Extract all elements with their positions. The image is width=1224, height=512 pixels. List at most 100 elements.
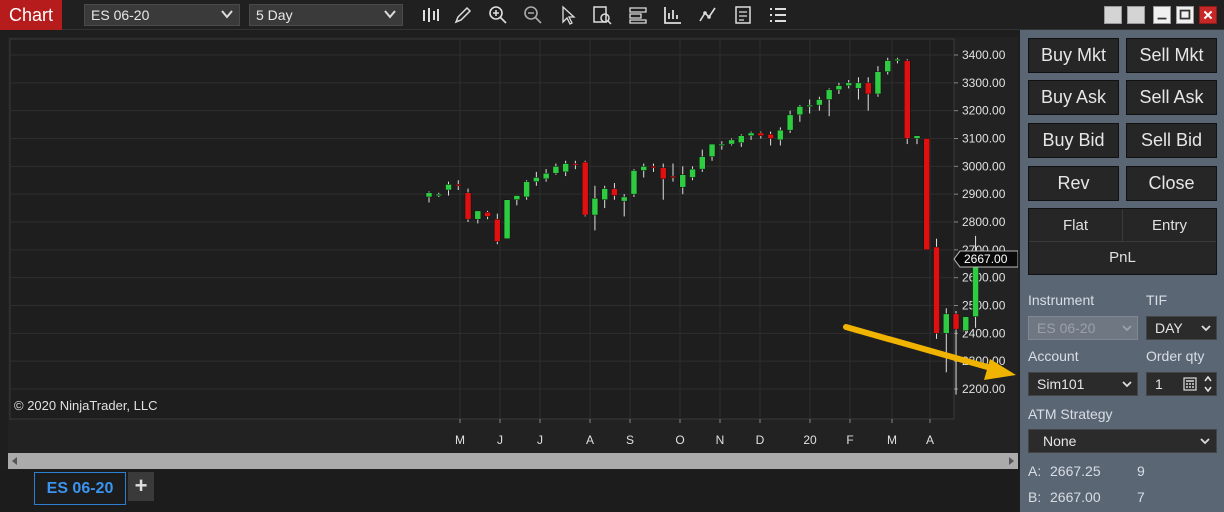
last-price-label: 2667.00 [964, 252, 1008, 266]
restore-icon[interactable] [1127, 6, 1145, 24]
sell-ask-button[interactable]: Sell Ask [1126, 80, 1217, 115]
candle-body [777, 129, 784, 141]
ask-price: 2667.25 [1050, 463, 1101, 479]
window-title: Chart [0, 0, 62, 30]
reverse-button[interactable]: Rev [1028, 166, 1119, 201]
price-label: 3200.00 [962, 104, 1006, 118]
chevron-down-icon [1122, 381, 1132, 388]
candle-body [659, 167, 667, 180]
chart-trader-panel: Buy Mkt Sell Mkt Buy Ask Sell Ask Buy Bi… [1020, 30, 1224, 512]
candle-body [611, 188, 618, 196]
entry-label: Entry [1123, 209, 1216, 242]
candle-body [718, 143, 726, 146]
candlestick-chart[interactable]: 3400.00 3300.00 3200.00 3100.00 3000.00 2900.… [8, 37, 1018, 469]
plot-area[interactable] [9, 38, 955, 420]
candle-body [591, 198, 599, 216]
time-label: M [887, 433, 897, 447]
order-qty-input[interactable]: 1 [1146, 372, 1217, 396]
indicators-icon[interactable] [698, 5, 718, 25]
candle-body [523, 181, 530, 198]
instrument-field-value: ES 06-20 [1037, 320, 1096, 336]
time-label: J [497, 433, 503, 447]
candle-body [747, 132, 755, 136]
order-qty-value: 1 [1155, 376, 1163, 392]
instrument-selector[interactable]: ES 06-20 [84, 4, 240, 26]
candle-body [425, 192, 433, 198]
add-tab-button[interactable]: + [128, 472, 154, 501]
candle-body [464, 192, 472, 220]
time-label: N [716, 433, 725, 447]
candle-body [562, 163, 569, 173]
candle-body [581, 161, 589, 216]
candle-body [952, 313, 960, 330]
chart-scrollbar[interactable] [8, 453, 1018, 469]
price-chart[interactable]: 3400.00 3300.00 3200.00 3100.00 3000.00 2900.… [8, 37, 1018, 469]
candle-body [699, 156, 706, 170]
order-qty-label: Order qty [1146, 348, 1205, 364]
price-label: 2500.00 [962, 299, 1006, 313]
candle-body [630, 170, 638, 195]
maximize-icon[interactable] [1176, 6, 1194, 24]
candle-body [445, 184, 452, 191]
period-selector[interactable]: 5 Day [249, 4, 403, 26]
tif-select-value: DAY [1155, 320, 1183, 336]
stepper-icon[interactable] [1203, 375, 1213, 393]
price-label: 2200.00 [962, 382, 1006, 396]
candle-body [669, 175, 677, 178]
templates-icon[interactable] [628, 5, 648, 25]
candle-body [943, 313, 950, 334]
candle-body [825, 89, 833, 100]
pointer-icon[interactable] [558, 5, 578, 25]
candle-body [933, 246, 940, 334]
candle-body [435, 193, 443, 196]
scroll-left-icon[interactable] [10, 456, 20, 466]
zoom-in-icon[interactable] [488, 5, 508, 25]
tab-es-06-20[interactable]: ES 06-20 [34, 472, 126, 505]
account-select[interactable]: Sim101 [1028, 372, 1138, 396]
sell-market-button[interactable]: Sell Mkt [1126, 38, 1217, 73]
data-box-icon[interactable] [592, 5, 612, 25]
minimize-icon[interactable] [1153, 6, 1171, 24]
candle-body [689, 168, 696, 178]
candle-body [620, 196, 628, 202]
bar-type-icon[interactable] [421, 5, 441, 25]
bid-price: 2667.00 [1050, 489, 1101, 505]
restore-icon[interactable] [1104, 6, 1122, 24]
atm-strategy-select[interactable]: None [1028, 429, 1217, 453]
account-label: Account [1028, 348, 1079, 364]
candle-body [757, 132, 765, 136]
instrument-selector-value: ES 06-20 [91, 7, 150, 23]
tif-select[interactable]: DAY [1146, 316, 1217, 340]
zoom-out-icon[interactable] [523, 5, 543, 25]
time-label: 20 [803, 433, 817, 447]
list-icon[interactable] [768, 5, 788, 25]
time-label: J [537, 433, 543, 447]
pnl-label: PnL [1109, 249, 1136, 266]
drawing-tools-icon[interactable] [453, 5, 473, 25]
calculator-icon[interactable] [1183, 377, 1197, 391]
time-label: D [756, 433, 765, 447]
candle-body [552, 166, 560, 174]
candle-body [923, 138, 931, 251]
candle-body [855, 82, 862, 89]
candle-body [728, 139, 735, 145]
properties-icon[interactable] [733, 5, 753, 25]
chevron-down-icon [1122, 325, 1132, 332]
buy-market-button[interactable]: Buy Mkt [1028, 38, 1119, 73]
close-icon[interactable] [1199, 6, 1217, 24]
buy-bid-button[interactable]: Buy Bid [1028, 123, 1119, 158]
sell-bid-button[interactable]: Sell Bid [1126, 123, 1217, 158]
ask-size: 9 [1137, 463, 1145, 479]
close-position-button[interactable]: Close [1126, 166, 1217, 201]
strategies-icon[interactable] [663, 5, 683, 25]
candle-body [972, 260, 979, 317]
time-label: O [675, 433, 684, 447]
scroll-right-icon[interactable] [1006, 456, 1016, 466]
buy-ask-button[interactable]: Buy Ask [1028, 80, 1119, 115]
bid-label: B: [1028, 489, 1042, 505]
candle-body [962, 316, 970, 331]
candle-body [806, 104, 813, 107]
chevron-down-icon [1201, 325, 1211, 332]
period-selector-value: 5 Day [256, 7, 293, 23]
bid-size: 7 [1137, 489, 1145, 505]
